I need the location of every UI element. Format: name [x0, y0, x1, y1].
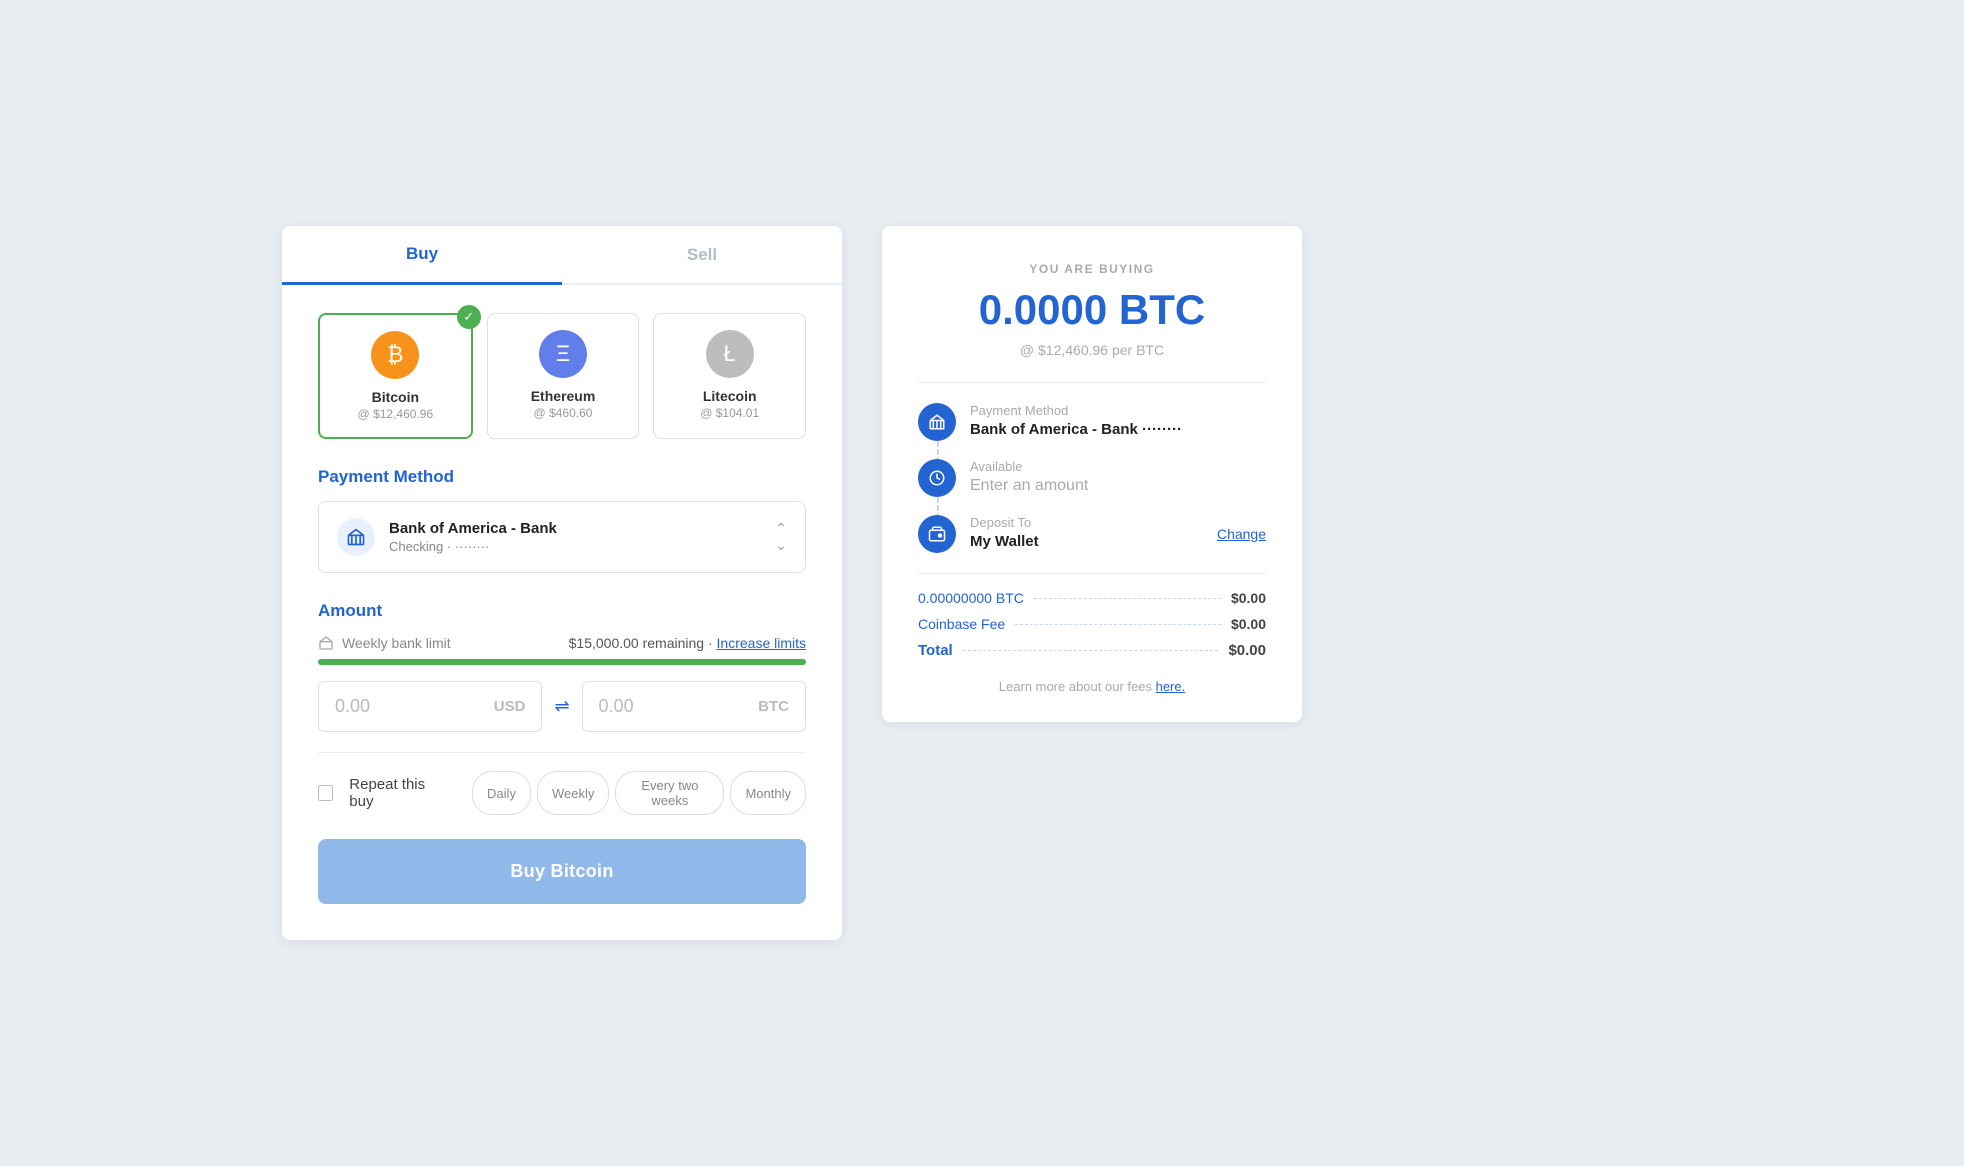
receipt-available: Available Enter an amount	[918, 459, 1266, 497]
limit-remaining: $15,000.00 remaining	[569, 635, 704, 651]
btc-display-amount: 0.0000 BTC	[918, 286, 1266, 334]
progress-fill	[318, 659, 806, 665]
total-dots-1	[1034, 598, 1221, 599]
total-btc-label: 0.00000000 BTC	[918, 590, 1024, 606]
bank-small-icon	[318, 635, 334, 651]
progress-bar	[318, 659, 806, 665]
ltc-icon: Ł	[706, 330, 754, 378]
total-label: Total	[918, 642, 953, 659]
limit-separator: ·	[708, 635, 717, 651]
bank-name: Bank of America - Bank	[389, 520, 775, 537]
eth-icon: Ξ	[539, 330, 587, 378]
amount-inputs: 0.00 USD ⇌ 0.00 BTC	[318, 681, 806, 732]
left-panel: Buy Sell ✓ ₿ Bitcoin @ $12,460.96 Ξ Ethe…	[282, 226, 842, 940]
page-container: Buy Sell ✓ ₿ Bitcoin @ $12,460.96 Ξ Ethe…	[282, 226, 1682, 940]
total-fee-label: Coinbase Fee	[918, 616, 1005, 632]
frequency-buttons: Daily Weekly Every two weeks Monthly	[472, 771, 806, 815]
freq-biweekly[interactable]: Every two weeks	[615, 771, 724, 815]
receipt-clock-icon	[918, 459, 956, 497]
fees-note: Learn more about our fees here.	[918, 679, 1266, 694]
payment-method-label: Payment Method	[318, 467, 806, 487]
freq-weekly[interactable]: Weekly	[537, 771, 609, 815]
receipt-divider	[918, 382, 1266, 383]
right-panel: YOU ARE BUYING 0.0000 BTC @ $12,460.96 p…	[882, 226, 1302, 722]
fees-here-link[interactable]: here.	[1156, 679, 1186, 694]
receipt-payment-value: Bank of America - Bank ········	[970, 421, 1266, 438]
receipt-payment-method: Payment Method Bank of America - Bank ··…	[918, 403, 1266, 441]
usd-value: 0.00	[335, 696, 370, 717]
selected-check-icon: ✓	[457, 305, 481, 329]
total-row-total: Total $0.00	[918, 642, 1266, 659]
limit-right: $15,000.00 remaining · Increase limits	[569, 635, 806, 651]
btc-amount-field[interactable]: 0.00 BTC	[582, 681, 806, 732]
receipt-available-content: Available Enter an amount	[970, 459, 1266, 495]
total-row-fee: Coinbase Fee $0.00	[918, 616, 1266, 632]
limit-label: Weekly bank limit	[342, 635, 451, 651]
receipt-deposit-to: Deposit To My Wallet Change	[918, 515, 1266, 553]
crypto-card-eth[interactable]: Ξ Ethereum @ $460.60	[487, 313, 640, 439]
repeat-label: Repeat this buy	[349, 776, 448, 810]
bank-icon	[337, 518, 375, 556]
tab-sell[interactable]: Sell	[562, 226, 842, 283]
receipt-payment-content: Payment Method Bank of America - Bank ··…	[970, 403, 1266, 438]
total-fee-amount: $0.00	[1231, 616, 1266, 632]
receipt-deposit-title: Deposit To	[970, 515, 1203, 530]
btc-price: @ $12,460.96	[340, 407, 451, 421]
receipt-wallet-icon	[918, 515, 956, 553]
divider	[318, 752, 806, 753]
swap-icon[interactable]: ⇌	[554, 696, 569, 717]
repeat-checkbox[interactable]	[318, 785, 333, 801]
eth-name: Ethereum	[508, 388, 619, 404]
fees-note-text: Learn more about our fees	[999, 679, 1152, 694]
chevron-icon: ⌃⌄	[775, 520, 787, 554]
receipt-deposit-content: Deposit To My Wallet	[970, 515, 1203, 550]
usd-currency: USD	[494, 698, 526, 715]
btc-name: Bitcoin	[340, 389, 451, 405]
ltc-name: Litecoin	[674, 388, 785, 404]
crypto-card-ltc[interactable]: Ł Litecoin @ $104.01	[653, 313, 806, 439]
left-body: ✓ ₿ Bitcoin @ $12,460.96 Ξ Ethereum @ $4…	[282, 285, 842, 940]
limit-row: Weekly bank limit $15,000.00 remaining ·…	[318, 635, 806, 651]
bank-account-type: Checking · ········	[389, 539, 775, 554]
total-amount: $0.00	[1228, 642, 1266, 659]
total-dots-3	[963, 650, 1219, 651]
tabs: Buy Sell	[282, 226, 842, 285]
receipt-payment-title: Payment Method	[970, 403, 1266, 418]
totals-section: 0.00000000 BTC $0.00 Coinbase Fee $0.00 …	[918, 573, 1266, 659]
eth-price: @ $460.60	[508, 406, 619, 420]
freq-daily[interactable]: Daily	[472, 771, 531, 815]
buy-bitcoin-button[interactable]: Buy Bitcoin	[318, 839, 806, 904]
freq-monthly[interactable]: Monthly	[730, 771, 806, 815]
crypto-grid: ✓ ₿ Bitcoin @ $12,460.96 Ξ Ethereum @ $4…	[318, 313, 806, 439]
bank-info: Bank of America - Bank Checking · ······…	[389, 520, 775, 554]
receipt-deposit-value: My Wallet	[970, 533, 1203, 550]
increase-limits-link[interactable]: Increase limits	[717, 635, 806, 651]
receipt-available-placeholder: Enter an amount	[970, 477, 1266, 495]
payment-method-selector[interactable]: Bank of America - Bank Checking · ······…	[318, 501, 806, 573]
total-row-btc: 0.00000000 BTC $0.00	[918, 590, 1266, 606]
total-btc-amount: $0.00	[1231, 590, 1266, 606]
crypto-card-btc[interactable]: ✓ ₿ Bitcoin @ $12,460.96	[318, 313, 473, 439]
btc-display-rate: @ $12,460.96 per BTC	[918, 342, 1266, 358]
you-are-buying-label: YOU ARE BUYING	[918, 262, 1266, 276]
btc-icon: ₿	[371, 331, 419, 379]
receipt-available-title: Available	[970, 459, 1266, 474]
change-wallet-link[interactable]: Change	[1217, 526, 1266, 542]
total-dots-2	[1015, 624, 1221, 625]
usd-amount-field[interactable]: 0.00 USD	[318, 681, 542, 732]
tab-buy[interactable]: Buy	[282, 226, 562, 285]
btc-currency: BTC	[758, 698, 789, 715]
amount-label: Amount	[318, 601, 806, 621]
receipt-bank-icon	[918, 403, 956, 441]
btc-value: 0.00	[599, 696, 634, 717]
limit-left: Weekly bank limit	[318, 635, 451, 651]
ltc-price: @ $104.01	[674, 406, 785, 420]
repeat-row: Repeat this buy Daily Weekly Every two w…	[318, 771, 806, 815]
